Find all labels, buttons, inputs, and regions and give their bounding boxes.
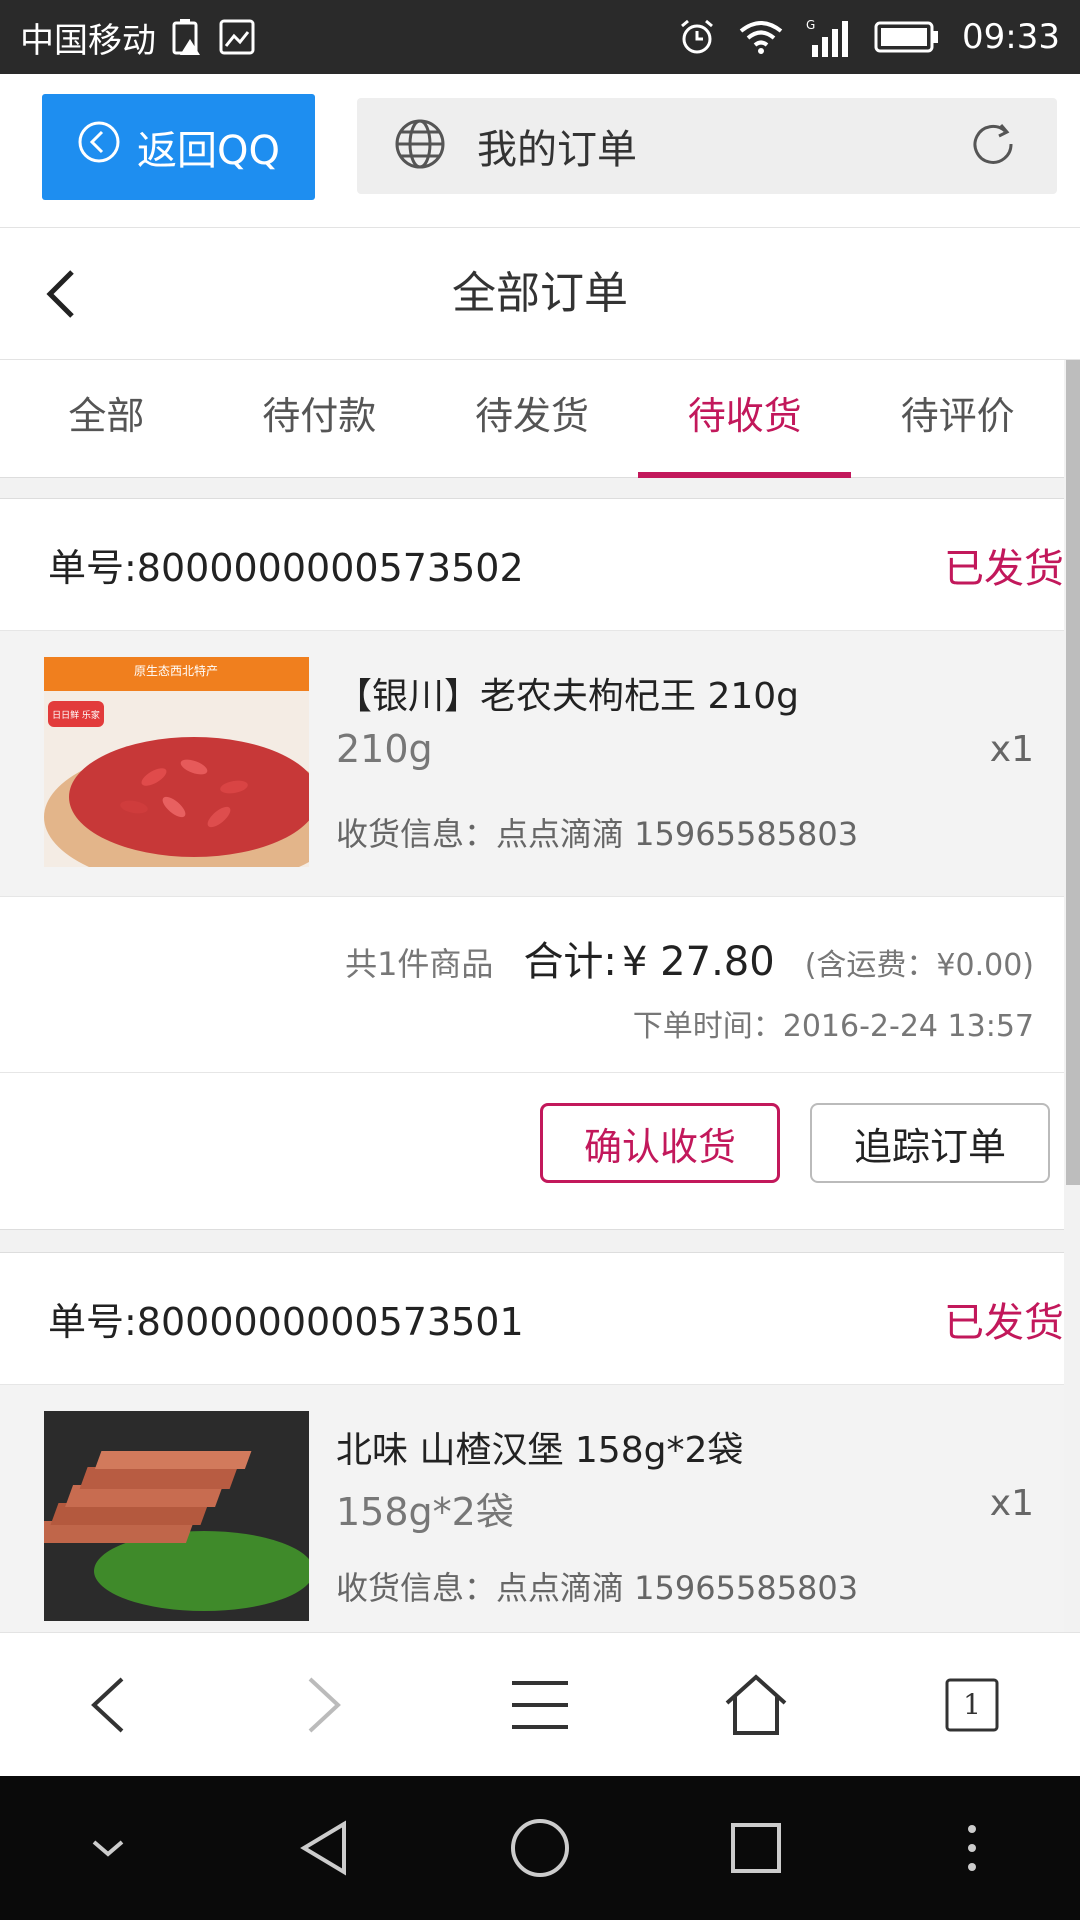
- tab-all[interactable]: 全部: [0, 360, 213, 477]
- battery-warning-icon: [170, 17, 204, 57]
- order-time: 下单时间：2016-2-24 13:57: [632, 1009, 1034, 1044]
- reload-icon[interactable]: [965, 116, 1021, 176]
- globe-icon: [393, 117, 447, 175]
- menu-icon[interactable]: [490, 1655, 590, 1755]
- tabs-count: 1: [963, 1688, 981, 1721]
- wifi-icon: [738, 19, 784, 55]
- home-icon[interactable]: [706, 1655, 806, 1755]
- order-status: 已发货: [944, 545, 1064, 592]
- order-actions: 确认收货 追踪订单: [0, 1073, 1064, 1229]
- system-more-icon[interactable]: [912, 1798, 1032, 1898]
- shipping-fee: (含运费：¥0.00): [804, 948, 1034, 983]
- receiver-info: 收货信息：点点滴滴 15965585803: [336, 815, 859, 853]
- carrier-label: 中国移动: [20, 20, 156, 61]
- browser-bar: 返回QQ 我的订单: [0, 74, 1080, 228]
- item-count: 共1件商品: [345, 945, 494, 983]
- browser-forward-icon[interactable]: [274, 1655, 374, 1755]
- back-to-qq-button[interactable]: 返回QQ: [42, 94, 315, 200]
- product-name[interactable]: 北味 山楂汉堡 158g*2袋: [336, 1421, 743, 1473]
- order-status: 已发货: [944, 1299, 1064, 1346]
- circle-back-icon: [77, 120, 121, 174]
- order-item[interactable]: 北味 山楂汉堡 158g*2袋 158g*2袋 x1 收货信息：点点滴滴 159…: [0, 1385, 1064, 1651]
- product-spec: 158g*2袋: [336, 1490, 514, 1534]
- track-order-button[interactable]: 追踪订单: [810, 1103, 1050, 1183]
- image-badge: 日日鲜 乐家: [52, 709, 100, 721]
- order-number: 单号:8000000000573502: [48, 546, 524, 590]
- receiver-info: 收货信息：点点滴滴 15965585803: [336, 1569, 859, 1607]
- order-item[interactable]: 原生态西北特产 日日鲜 乐家 【银川】老农夫枸杞王 210g 210g x1 收…: [0, 631, 1064, 897]
- page-header: 全部订单: [0, 228, 1080, 360]
- order-card: 单号:8000000000573502 已发货 原生态西北特产 日日鲜 乐家 【…: [0, 498, 1064, 1230]
- order-number: 单号:8000000000573501: [48, 1300, 524, 1344]
- system-back-icon[interactable]: [264, 1798, 384, 1898]
- alarm-icon: [678, 18, 716, 56]
- hide-keyboard-chevron-icon[interactable]: [48, 1798, 168, 1898]
- order-summary: 共1件商品 合计: ¥ 27.80 (含运费：¥0.00) 下单时间：2016-…: [0, 897, 1064, 1073]
- order-card: 单号:8000000000573501 已发货 北味 山楂汉堡 158g*2袋 …: [0, 1252, 1064, 1652]
- product-quantity: x1: [989, 1483, 1034, 1524]
- product-spec: 210g: [336, 727, 433, 771]
- tab-pending-review[interactable]: 待评价: [851, 360, 1064, 477]
- screen: 中国移动 G 09:33 返回QQ 我的订单 全部订单 全部 待付款 待发货 待…: [0, 0, 1080, 1920]
- tab-pending-receipt[interactable]: 待收货: [638, 360, 851, 478]
- order-total: ¥ 27.80: [622, 939, 775, 985]
- tab-pending-payment[interactable]: 待付款: [213, 360, 426, 477]
- system-home-icon[interactable]: [480, 1798, 600, 1898]
- system-navigation-bar: [0, 1776, 1080, 1920]
- order-header: 单号:8000000000573502 已发货: [0, 499, 1064, 631]
- order-tabs: 全部 待付款 待发货 待收货 待评价: [0, 360, 1064, 478]
- browser-toolbar: 1: [0, 1632, 1080, 1776]
- status-bar: 中国移动 G 09:33: [0, 0, 1080, 74]
- product-image-hawthorn[interactable]: [44, 1411, 309, 1621]
- product-image-goji[interactable]: 原生态西北特产 日日鲜 乐家: [44, 657, 309, 867]
- image-caption: 原生态西北特产: [134, 663, 218, 678]
- clock-time: 09:33: [962, 17, 1060, 57]
- page-title-in-address-bar: 我的订单: [477, 127, 637, 173]
- system-recents-icon[interactable]: [696, 1798, 816, 1898]
- product-quantity: x1: [989, 729, 1034, 770]
- page-title: 全部订单: [452, 268, 628, 319]
- tab-pending-shipment[interactable]: 待发货: [426, 360, 639, 477]
- svg-text:G: G: [806, 18, 815, 32]
- product-name[interactable]: 【银川】老农夫枸杞王 210g: [336, 667, 799, 719]
- order-header: 单号:8000000000573501 已发货: [0, 1253, 1064, 1385]
- scrollbar[interactable]: [1066, 360, 1080, 1185]
- back-to-qq-label: 返回QQ: [137, 128, 280, 174]
- tabs-count-button[interactable]: 1: [922, 1655, 1022, 1755]
- browser-back-icon[interactable]: [58, 1655, 158, 1755]
- image-icon: [218, 18, 256, 56]
- signal-icon: G: [806, 17, 852, 57]
- total-label: 合计:: [523, 939, 617, 985]
- battery-icon: [874, 20, 940, 54]
- confirm-receipt-button[interactable]: 确认收货: [540, 1103, 780, 1183]
- address-bar[interactable]: 我的订单: [357, 98, 1057, 194]
